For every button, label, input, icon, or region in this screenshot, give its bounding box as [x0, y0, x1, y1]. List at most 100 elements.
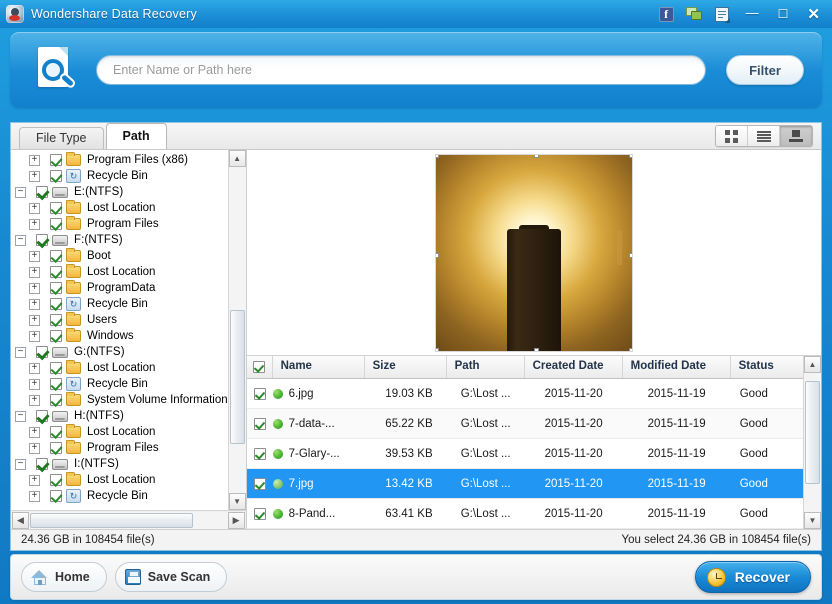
tree-node-checkbox[interactable]: [36, 410, 48, 422]
recover-button[interactable]: Recover: [695, 561, 811, 593]
tree-horizontal-scrollbar[interactable]: ◀ ▶: [11, 510, 246, 529]
table-scroll-track[interactable]: [804, 373, 821, 512]
row-checkbox[interactable]: [254, 478, 266, 490]
tree-scroll-down-button[interactable]: ▼: [229, 493, 246, 510]
tree-node-checkbox[interactable]: [50, 474, 62, 486]
row-checkbox-cell[interactable]: [247, 469, 273, 499]
collapse-icon[interactable]: −: [15, 347, 26, 358]
tree-node-checkbox[interactable]: [50, 330, 62, 342]
tree-node-checkbox[interactable]: [50, 282, 62, 294]
expand-icon[interactable]: +: [29, 491, 40, 502]
table-scroll-thumb[interactable]: [805, 381, 820, 484]
tree-node-checkbox[interactable]: [50, 298, 62, 310]
tree-node[interactable]: −G:(NTFS): [11, 344, 228, 360]
expand-icon[interactable]: +: [29, 363, 40, 374]
expand-icon[interactable]: +: [29, 283, 40, 294]
row-checkbox[interactable]: [254, 448, 266, 460]
tree-node-checkbox[interactable]: [50, 362, 62, 374]
collapse-icon[interactable]: −: [15, 187, 26, 198]
search-input[interactable]: [96, 55, 706, 85]
tree-node[interactable]: −F:(NTFS): [11, 232, 228, 248]
save-scan-button[interactable]: Save Scan: [115, 562, 228, 592]
facebook-icon[interactable]: f: [658, 6, 675, 23]
tree-node-checkbox[interactable]: [50, 442, 62, 454]
register-document-icon[interactable]: [714, 6, 731, 23]
select-all-header[interactable]: [247, 356, 273, 378]
tree-scroll-thumb[interactable]: [230, 310, 245, 444]
expand-icon[interactable]: +: [29, 299, 40, 310]
tree-scroll-track[interactable]: [229, 167, 246, 493]
file-table-vertical-scrollbar[interactable]: ▲ ▼: [803, 356, 821, 529]
tree-node-checkbox[interactable]: [36, 186, 48, 198]
tree-list[interactable]: +Program Files (x86)+↻Recycle Bin−E:(NTF…: [11, 150, 228, 510]
tab-path[interactable]: Path: [106, 123, 167, 149]
tree-node-checkbox[interactable]: [50, 394, 62, 406]
table-row[interactable]: 7.jpg13.42 KBG:\Lost ...2015-11-202015-1…: [247, 469, 803, 499]
tree-node[interactable]: +↻Recycle Bin: [11, 376, 228, 392]
table-scroll-up-button[interactable]: ▲: [804, 356, 821, 373]
tree-node[interactable]: +Lost Location: [11, 360, 228, 376]
tree-node-checkbox[interactable]: [50, 170, 62, 182]
tree-node[interactable]: +Boot: [11, 248, 228, 264]
tree-node-checkbox[interactable]: [50, 218, 62, 230]
tree-node-checkbox[interactable]: [50, 154, 62, 166]
tree-scroll-right-button[interactable]: ▶: [228, 512, 245, 529]
tree-node[interactable]: −E:(NTFS): [11, 184, 228, 200]
collapse-icon[interactable]: −: [15, 235, 26, 246]
table-row[interactable]: 7-Glary-...39.53 KBG:\Lost ...2015-11-20…: [247, 439, 803, 469]
tree-scroll-up-button[interactable]: ▲: [229, 150, 246, 167]
tree-node[interactable]: +Lost Location: [11, 424, 228, 440]
tree-node[interactable]: +System Volume Information: [11, 392, 228, 408]
tree-node-checkbox[interactable]: [50, 250, 62, 262]
tree-node[interactable]: +Program Files: [11, 216, 228, 232]
expand-icon[interactable]: +: [29, 443, 40, 454]
tree-node[interactable]: +Program Files: [11, 440, 228, 456]
tab-file-type[interactable]: File Type: [19, 127, 104, 149]
tree-node[interactable]: +Lost Location: [11, 200, 228, 216]
feedback-chat-icon[interactable]: [686, 6, 703, 23]
tree-node-checkbox[interactable]: [50, 266, 62, 278]
expand-icon[interactable]: +: [29, 155, 40, 166]
tree-node[interactable]: +Lost Location: [11, 472, 228, 488]
tree-node[interactable]: +Users: [11, 312, 228, 328]
column-header-modified[interactable]: Modified Date: [623, 356, 731, 378]
table-row[interactable]: 6.jpg19.03 KBG:\Lost ...2015-11-202015-1…: [247, 379, 803, 409]
tree-node-checkbox[interactable]: [50, 426, 62, 438]
row-checkbox[interactable]: [254, 508, 266, 520]
tree-node-checkbox[interactable]: [50, 314, 62, 326]
column-header-name[interactable]: Name: [273, 356, 365, 378]
tree-vertical-scrollbar[interactable]: ▲ ▼: [228, 150, 246, 510]
tree-node-checkbox[interactable]: [36, 234, 48, 246]
table-scroll-down-button[interactable]: ▼: [804, 512, 821, 529]
column-header-status[interactable]: Status: [731, 356, 803, 378]
column-header-size[interactable]: Size: [365, 356, 447, 378]
expand-icon[interactable]: +: [29, 219, 40, 230]
expand-icon[interactable]: +: [29, 475, 40, 486]
close-button[interactable]: ✕: [803, 5, 824, 24]
row-checkbox[interactable]: [254, 418, 266, 430]
table-row[interactable]: 7-data-...65.22 KBG:\Lost ...2015-11-202…: [247, 409, 803, 439]
expand-icon[interactable]: +: [29, 379, 40, 390]
tree-node[interactable]: +↻Recycle Bin: [11, 488, 228, 504]
row-checkbox-cell[interactable]: [247, 439, 273, 469]
thumbnail-view-button[interactable]: [716, 126, 748, 146]
tree-node-checkbox[interactable]: [36, 346, 48, 358]
file-table-body[interactable]: 6.jpg19.03 KBG:\Lost ...2015-11-202015-1…: [247, 379, 803, 529]
row-checkbox-cell[interactable]: [247, 499, 273, 529]
tree-node-checkbox[interactable]: [50, 490, 62, 502]
row-checkbox[interactable]: [254, 388, 266, 400]
collapse-icon[interactable]: −: [15, 411, 26, 422]
expand-icon[interactable]: +: [29, 395, 40, 406]
tree-hscroll-track[interactable]: [29, 512, 228, 529]
table-row[interactable]: 8-Pand...63.41 KBG:\Lost ...2015-11-2020…: [247, 499, 803, 529]
tree-node[interactable]: +↻Recycle Bin: [11, 296, 228, 312]
tree-node[interactable]: +↻Recycle Bin: [11, 168, 228, 184]
expand-icon[interactable]: +: [29, 427, 40, 438]
tree-node[interactable]: −I:(NTFS): [11, 456, 228, 472]
minimize-button[interactable]: —: [742, 4, 763, 21]
tree-node[interactable]: +Program Files (x86): [11, 152, 228, 168]
expand-icon[interactable]: +: [29, 331, 40, 342]
expand-icon[interactable]: +: [29, 267, 40, 278]
expand-icon[interactable]: +: [29, 251, 40, 262]
tree-node[interactable]: +Windows: [11, 328, 228, 344]
